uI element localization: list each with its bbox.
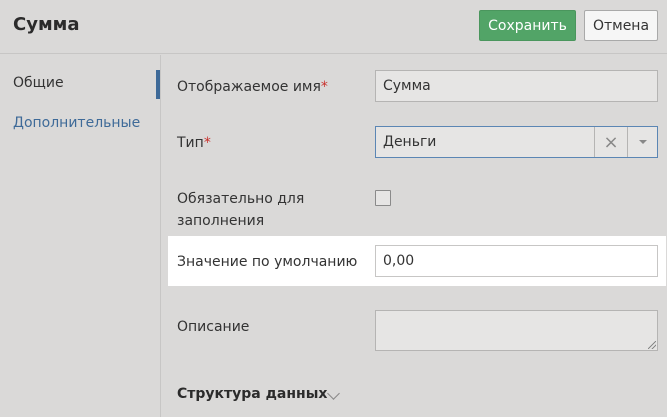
default-value-label: Значение по умолчанию [177, 254, 358, 270]
required-marker: * [203, 135, 211, 151]
default-value-input[interactable]: 0,00 [375, 245, 658, 277]
default-value-value: 0,00 [383, 253, 415, 269]
type-select[interactable]: Деньги × [375, 126, 658, 158]
type-label: Тип* [177, 132, 211, 154]
resize-handle-icon[interactable] [648, 341, 656, 349]
chevron-down-icon[interactable] [327, 387, 340, 400]
sidebar: Общие Дополнительные [0, 55, 161, 417]
clear-icon[interactable]: × [594, 127, 627, 157]
type-select-value: Деньги [383, 134, 437, 150]
display-name-label: Отображаемое имя* [177, 76, 328, 98]
active-indicator [156, 70, 160, 99]
page-title: Сумма [13, 14, 80, 35]
type-label-text: Тип [177, 135, 204, 151]
save-button[interactable]: Сохранить [479, 10, 576, 41]
cancel-button[interactable]: Отмена [584, 10, 658, 41]
display-name-input[interactable]: Сумма [375, 70, 658, 102]
sidebar-item-general[interactable]: Общие [13, 75, 64, 91]
display-name-value: Сумма [383, 78, 431, 94]
mandatory-label: Обязательно для заполнения [177, 188, 304, 232]
sidebar-item-additional[interactable]: Дополнительные [13, 115, 140, 131]
chevron-down-icon[interactable] [627, 127, 657, 157]
required-marker: * [320, 79, 328, 95]
mandatory-label-line2: заполнения [177, 213, 265, 229]
mandatory-label-line1: Обязательно для [177, 191, 305, 207]
mandatory-checkbox[interactable] [375, 190, 391, 206]
data-structure-section-title[interactable]: Структура данных [177, 386, 327, 402]
description-textarea[interactable] [375, 310, 658, 351]
header: Сумма Сохранить Отмена [0, 0, 667, 54]
description-label: Описание [177, 319, 250, 335]
display-name-label-text: Отображаемое имя [177, 79, 321, 95]
